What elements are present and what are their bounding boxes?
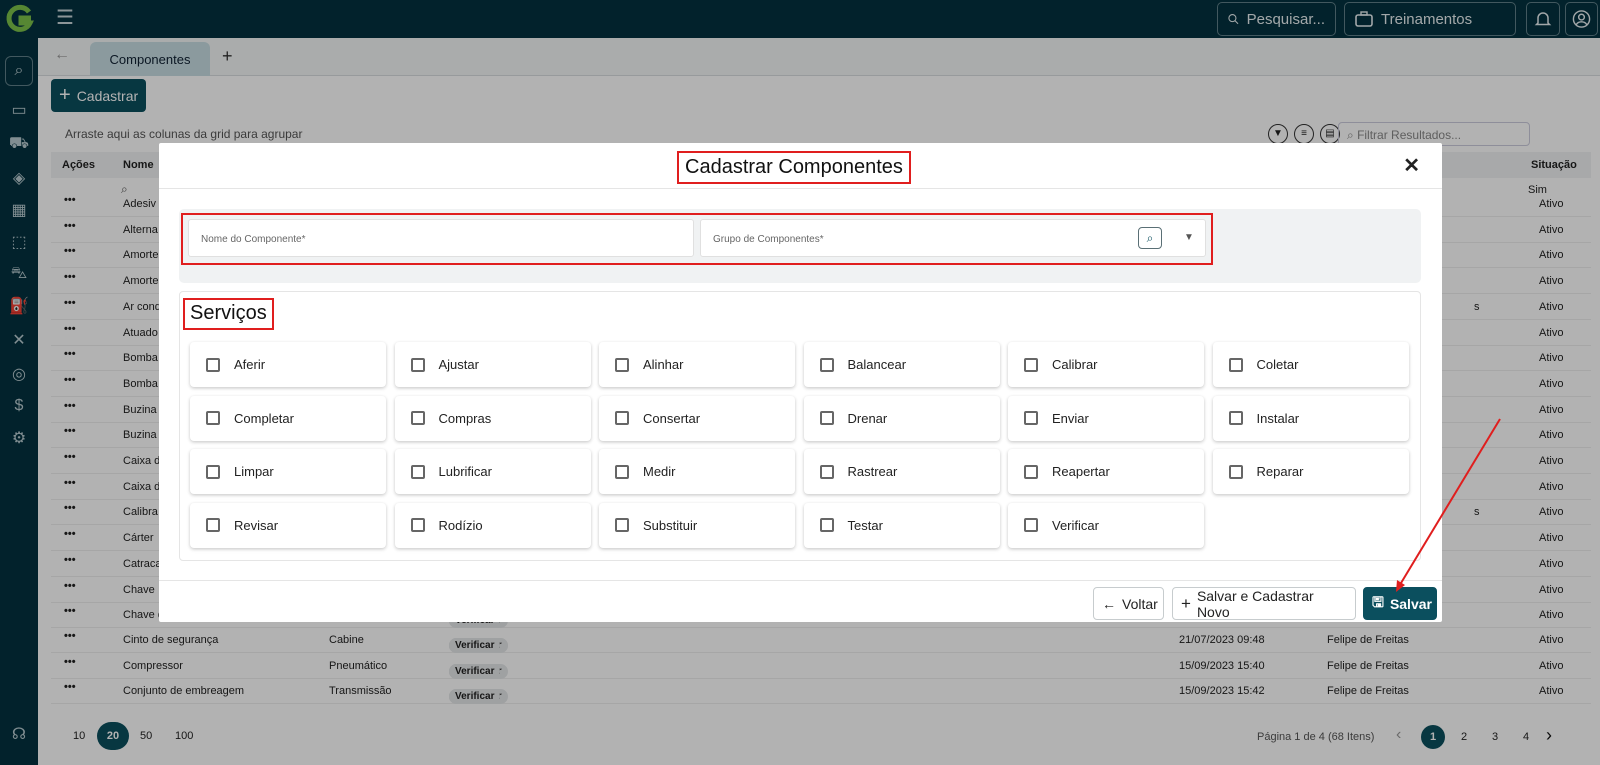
annotation-arrow	[1396, 418, 1501, 592]
